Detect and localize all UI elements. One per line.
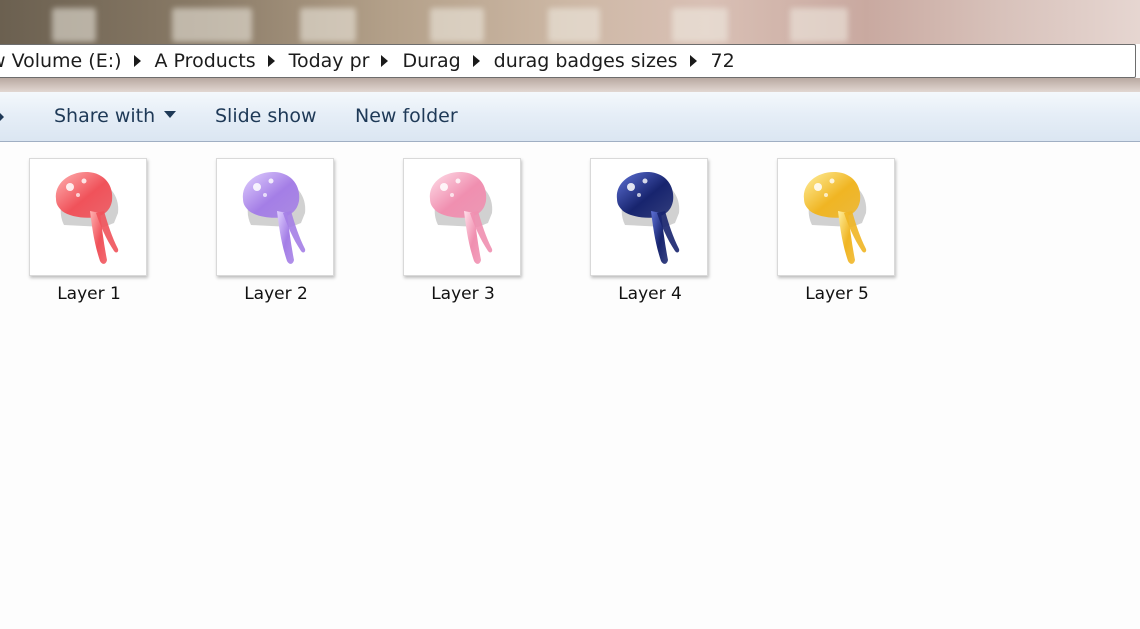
chevron-right-icon[interactable] — [133, 55, 141, 67]
durag-image-icon — [242, 171, 306, 264]
file-item-layer-5[interactable]: Layer 5 — [762, 158, 912, 318]
breadcrumb-72[interactable]: 72 — [705, 45, 741, 77]
breadcrumb-durag-badges-sizes[interactable]: durag badges sizes — [488, 45, 684, 77]
command-bar: Share with Slide show New folder — [0, 92, 1140, 142]
blurred-desktop-icon — [300, 8, 356, 42]
new-folder-label: New folder — [355, 105, 458, 127]
blurred-desktop-icon — [430, 8, 484, 42]
breadcrumb-durag[interactable]: Durag — [396, 45, 466, 77]
file-item-layer-4[interactable]: Layer 4 — [575, 158, 725, 318]
explorer-window: w Volume (E:) A Products Today pr Durag … — [0, 0, 1140, 629]
durag-image-icon — [803, 171, 867, 264]
blurred-desktop-icon — [52, 8, 96, 42]
chevron-right-icon[interactable] — [267, 55, 275, 67]
file-item-layer-2[interactable]: Layer 2 — [201, 158, 351, 318]
dropdown-arrow-icon[interactable] — [0, 113, 4, 121]
file-list[interactable]: Layer 1 Layer 2 Layer 3 Layer 4 Layer 5 — [0, 142, 1140, 629]
durag-image-icon — [55, 171, 119, 264]
chevron-right-icon[interactable] — [689, 55, 697, 67]
file-item-layer-3[interactable]: Layer 3 — [388, 158, 538, 318]
address-bar[interactable]: w Volume (E:) A Products Today pr Durag … — [0, 44, 1136, 78]
blurred-desktop-icon — [548, 8, 600, 42]
durag-image-icon — [616, 171, 680, 264]
file-name[interactable]: Layer 3 — [388, 284, 538, 304]
aero-title-area — [0, 0, 1140, 44]
file-thumbnail[interactable] — [216, 158, 334, 276]
durag-image-icon — [429, 171, 493, 264]
share-with-button[interactable]: Share with — [54, 92, 177, 141]
file-thumbnail[interactable] — [403, 158, 521, 276]
slide-show-button[interactable]: Slide show — [215, 92, 317, 141]
dropdown-arrow-icon — [164, 111, 177, 118]
file-name[interactable]: Layer 4 — [575, 284, 725, 304]
chevron-right-icon[interactable] — [381, 55, 389, 67]
breadcrumb-volume[interactable]: w Volume (E:) — [0, 45, 128, 77]
file-name[interactable]: Layer 1 — [14, 284, 164, 304]
file-thumbnail[interactable] — [590, 158, 708, 276]
blurred-desktop-icon — [672, 8, 728, 42]
file-name[interactable]: Layer 2 — [201, 284, 351, 304]
chevron-right-icon[interactable] — [472, 55, 480, 67]
blurred-desktop-icon — [790, 8, 848, 42]
address-bar-backdrop — [0, 78, 1140, 92]
file-thumbnail[interactable] — [29, 158, 147, 276]
new-folder-button[interactable]: New folder — [355, 92, 458, 141]
breadcrumb-a-products[interactable]: A Products — [149, 45, 262, 77]
breadcrumb-today-pr[interactable]: Today pr — [283, 45, 376, 77]
share-with-label: Share with — [54, 105, 156, 127]
file-item-layer-1[interactable]: Layer 1 — [14, 158, 164, 318]
blurred-desktop-icon — [172, 8, 252, 42]
file-name[interactable]: Layer 5 — [762, 284, 912, 304]
file-thumbnail[interactable] — [777, 158, 895, 276]
slide-show-label: Slide show — [215, 105, 317, 127]
